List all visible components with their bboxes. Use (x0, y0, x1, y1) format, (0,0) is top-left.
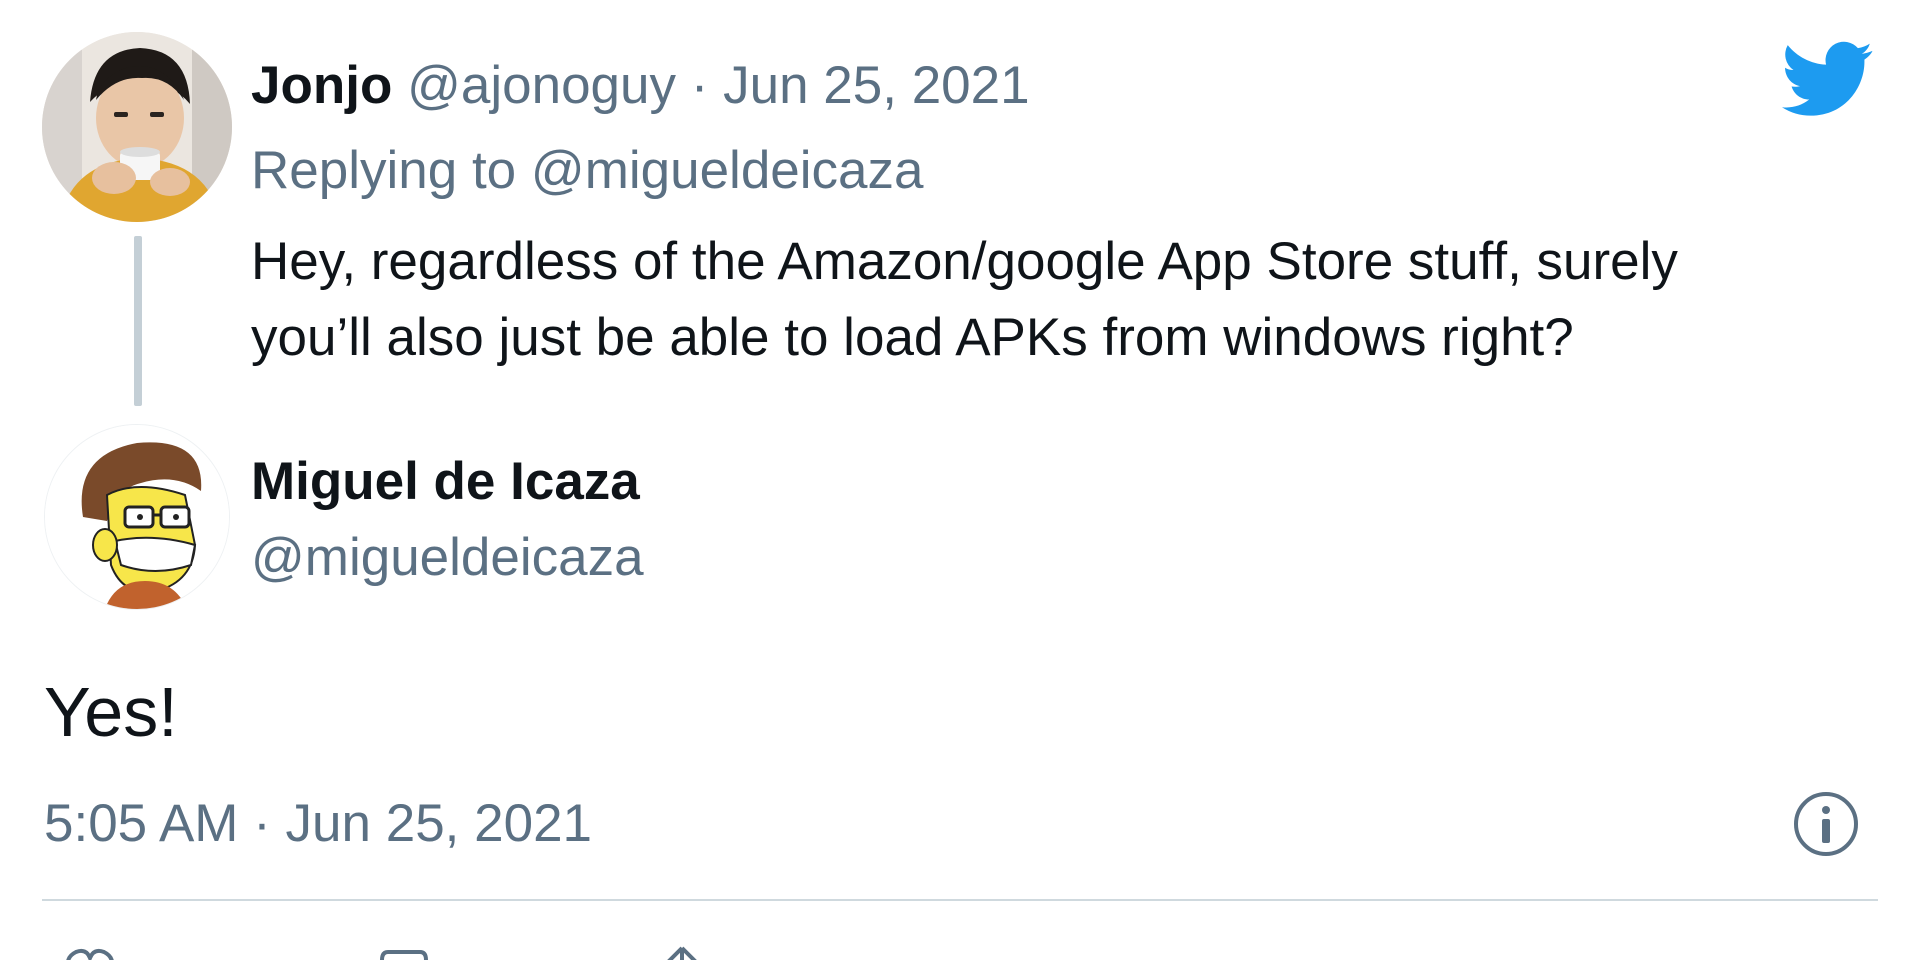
like-icon[interactable] (64, 944, 116, 960)
twitter-bird-icon[interactable] (1782, 40, 1874, 120)
replying-to-prefix: Replying to (251, 141, 517, 200)
info-icon[interactable] (1792, 790, 1860, 858)
replying-to: Replying to @migueldeicaza (251, 141, 924, 201)
main-author-name[interactable]: Miguel de Icaza (251, 452, 640, 512)
reply-tweet-header: Jonjo @ajonoguy · Jun 25, 2021 (251, 56, 1030, 116)
cartoon-avatar (45, 425, 229, 609)
reply-author-name[interactable]: Jonjo (251, 56, 392, 115)
reply-author-handle[interactable]: @ajonoguy (407, 56, 676, 115)
main-author-handle[interactable]: @migueldeicaza (251, 528, 644, 588)
thread-connector-line (134, 236, 142, 406)
reply-author-avatar[interactable] (42, 32, 232, 222)
divider (42, 899, 1878, 901)
main-tweet-timestamp[interactable]: 5:05 AM · Jun 25, 2021 (44, 794, 592, 854)
reply-date[interactable]: Jun 25, 2021 (723, 56, 1029, 115)
reply-separator: · (690, 56, 709, 115)
reply-icon[interactable] (378, 944, 430, 960)
reply-tweet-text-line1: Hey, regardless of the Amazon/google App… (251, 232, 1678, 291)
reply-tweet-text-line2: you’ll also just be able to load APKs fr… (251, 308, 1574, 367)
replying-to-handle-link[interactable]: @migueldeicaza (531, 141, 924, 200)
main-tweet-text: Yes! (44, 673, 178, 751)
main-author-avatar[interactable] (44, 424, 230, 610)
person-photo-avatar (42, 32, 232, 222)
share-icon[interactable] (656, 944, 708, 960)
